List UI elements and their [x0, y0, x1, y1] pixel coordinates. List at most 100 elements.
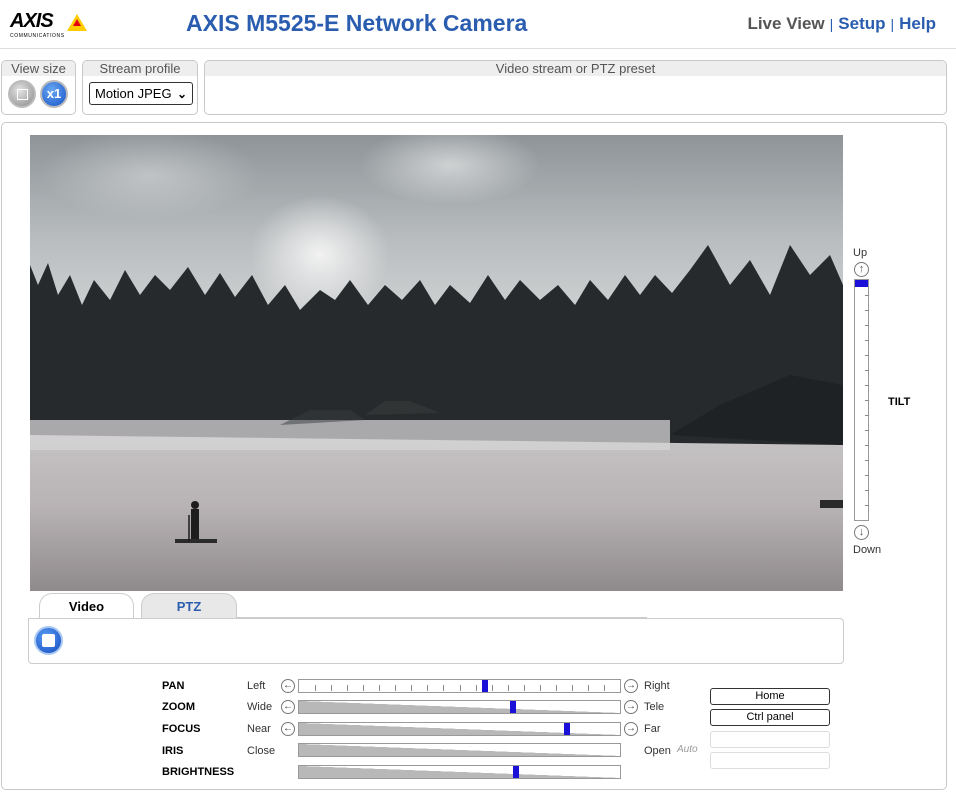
zoom-slider[interactable]	[298, 700, 621, 714]
pan-tick	[331, 685, 332, 691]
tilt-tick	[865, 475, 869, 476]
empty-button-slot	[710, 752, 830, 769]
tilt-tick	[865, 430, 869, 431]
nav-help[interactable]: Help	[899, 14, 936, 33]
stream-profile-value: Motion JPEG	[95, 86, 172, 101]
tilt-tick	[865, 490, 869, 491]
focus-near-label: Near	[247, 723, 271, 735]
pan-tick	[492, 685, 493, 691]
home-button[interactable]: Home	[710, 688, 830, 705]
pan-tick	[347, 685, 348, 691]
stop-icon	[42, 634, 55, 647]
axis-logo[interactable]: AXIS COMMUNICATIONS	[10, 10, 87, 42]
header-divider	[0, 48, 956, 49]
video-stream[interactable]	[30, 135, 843, 591]
zoom-wide-arrow-icon[interactable]: ←	[281, 700, 295, 714]
pan-left-arrow-icon[interactable]: ←	[281, 679, 295, 693]
tilt-down-label: Down	[853, 544, 882, 556]
brightness-wedge	[299, 766, 620, 778]
tilt-tick	[865, 370, 869, 371]
pan-tick	[524, 685, 525, 691]
iris-slider[interactable]	[298, 743, 621, 757]
ctrl-panel-button[interactable]: Ctrl panel	[710, 709, 830, 726]
chevron-down-icon: ⌄	[176, 87, 187, 101]
logo-triangle-accent	[73, 19, 81, 26]
brightness-label: BRIGHTNESS	[162, 766, 235, 778]
pan-right-arrow-icon[interactable]: →	[624, 679, 638, 693]
nav-separator: |	[829, 16, 834, 32]
focus-near-arrow-icon[interactable]: ←	[281, 722, 295, 736]
tilt-tick	[865, 295, 869, 296]
iris-close-label: Close	[247, 745, 276, 757]
tab-ptz[interactable]: PTZ	[141, 593, 237, 619]
preset-panel: Video stream or PTZ preset	[204, 60, 947, 115]
pan-tick	[379, 685, 380, 691]
view-size-panel: View size x1	[1, 60, 76, 115]
pan-left-label: Left	[247, 680, 266, 692]
iris-auto-label[interactable]: Auto	[677, 744, 698, 755]
pan-tick	[572, 685, 573, 691]
tilt-tick	[865, 505, 869, 506]
fit-view-icon	[17, 89, 28, 100]
pan-tick	[540, 685, 541, 691]
zoom-wedge	[299, 701, 620, 713]
pan-right-label: Right	[644, 680, 670, 692]
tilt-slider-handle[interactable]	[855, 280, 868, 287]
zoom-slider-handle[interactable]	[510, 701, 516, 713]
pan-slider-handle[interactable]	[482, 680, 488, 692]
pan-tick	[604, 685, 605, 691]
focus-slider-handle[interactable]	[564, 723, 570, 735]
pan-tick	[476, 685, 477, 691]
tab-video[interactable]: Video	[39, 593, 134, 619]
pan-tick	[315, 685, 316, 691]
tilt-up-arrow-icon[interactable]: ↑	[854, 262, 869, 277]
focus-wedge	[299, 723, 620, 735]
focus-label: FOCUS	[162, 723, 201, 735]
iris-label: IRIS	[162, 745, 184, 757]
tilt-tick	[865, 385, 869, 386]
preset-label: Video stream or PTZ preset	[205, 61, 946, 76]
logo-wordmark: AXIS	[10, 10, 54, 32]
iris-wedge	[299, 744, 620, 756]
zoom-tele-arrow-icon[interactable]: →	[624, 700, 638, 714]
tilt-tick	[865, 325, 869, 326]
nav-live-view[interactable]: Live View	[747, 14, 824, 33]
zoom-tele-label: Tele	[644, 701, 665, 713]
focus-slider[interactable]	[298, 722, 621, 736]
brightness-slider-handle[interactable]	[513, 766, 519, 778]
stop-stream-button[interactable]	[34, 626, 63, 655]
tilt-tick	[865, 445, 869, 446]
iris-open-label: Open	[644, 745, 671, 757]
empty-button-slot	[710, 731, 830, 748]
focus-far-label: Far	[644, 723, 661, 735]
top-nav: Live View | Setup | Help	[747, 14, 936, 34]
tilt-label: TILT	[888, 396, 911, 408]
tilt-ticks	[865, 280, 869, 520]
tilt-slider[interactable]	[854, 279, 869, 521]
tilt-tick	[865, 400, 869, 401]
brightness-slider[interactable]	[298, 765, 621, 779]
tilt-down-arrow-icon[interactable]: ↓	[854, 525, 869, 540]
pan-slider[interactable]	[298, 679, 621, 693]
stream-profile-select[interactable]: Motion JPEG ⌄	[89, 82, 193, 105]
pan-tick	[411, 685, 412, 691]
pan-tick	[363, 685, 364, 691]
focus-far-arrow-icon[interactable]: →	[624, 722, 638, 736]
actual-size-icon: x1	[46, 86, 62, 101]
actual-size-button[interactable]: x1	[40, 80, 68, 108]
pan-tick	[427, 685, 428, 691]
view-size-label: View size	[2, 61, 75, 76]
tilt-tick	[865, 310, 869, 311]
pan-tick	[395, 685, 396, 691]
nav-setup[interactable]: Setup	[838, 14, 885, 33]
pan-tick	[556, 685, 557, 691]
tilt-tick	[865, 355, 869, 356]
pan-tick	[508, 685, 509, 691]
page-title: AXIS M5525-E Network Camera	[186, 10, 528, 36]
video-frame-image	[30, 135, 843, 591]
zoom-label: ZOOM	[162, 701, 195, 713]
fit-view-button[interactable]	[8, 80, 36, 108]
tilt-tick	[865, 415, 869, 416]
logo-subtext: COMMUNICATIONS	[10, 33, 65, 39]
pan-tick	[460, 685, 461, 691]
